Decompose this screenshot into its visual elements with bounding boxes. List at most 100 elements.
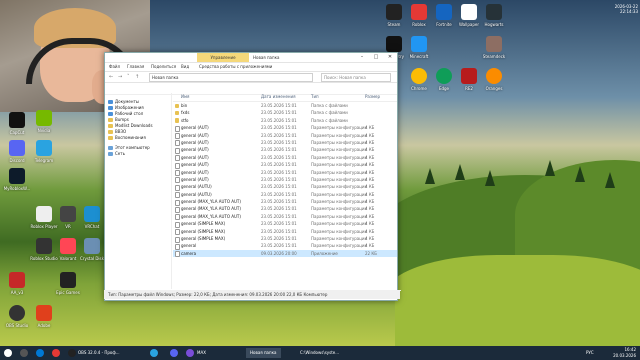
taskbar-item-max[interactable]: MAX: [197, 348, 206, 358]
desktop-icon[interactable]: Minecraft: [405, 36, 433, 59]
desktop-icon[interactable]: Epic Games: [54, 272, 82, 295]
ribbon-tab-app-tools[interactable]: Средства работы с приложениями: [199, 63, 272, 71]
desktop-icon[interactable]: Roblox: [405, 4, 433, 27]
nav-item[interactable]: Воспоминания: [105, 135, 171, 141]
file-type: Параметры конфигурации: [311, 243, 368, 249]
app-icon[interactable]: [36, 349, 44, 357]
ribbon-tab-view[interactable]: Вид: [181, 63, 189, 71]
table-row[interactable]: general (AUT) 23.05.2026 15:01 Параметры к…: [173, 176, 397, 184]
desktop-icon[interactable]: Chrome: [405, 68, 433, 91]
desktop-icon[interactable]: Nvidia: [30, 110, 58, 133]
column-date[interactable]: Дата изменения: [261, 93, 296, 101]
ribbon-tab-share[interactable]: Поделиться: [151, 63, 176, 71]
table-row[interactable]: general 23.05.2026 15:01 Параметры конфигу…: [173, 242, 397, 250]
column-size[interactable]: Размер: [365, 93, 380, 101]
forward-arrow-icon[interactable]: →: [118, 73, 122, 81]
file-explorer-window[interactable]: Управление Новая папка – □ ✕ Файл Главна…: [104, 52, 401, 301]
close-button[interactable]: ✕: [383, 53, 397, 62]
desktop-icon[interactable]: Steam: [380, 4, 408, 27]
desktop-icon[interactable]: Crystal Disk: [78, 238, 106, 261]
language-indicator[interactable]: РУС: [586, 348, 594, 358]
table-row[interactable]: general (MAX_YLA AUTO AUT) 23.05.2026 15:…: [173, 198, 397, 206]
table-row[interactable]: general (AUT) 23.05.2026 15:01 Параметры к…: [173, 132, 397, 140]
desktop-icon[interactable]: Discord: [3, 140, 31, 163]
ribbon-tab-home[interactable]: Главная: [127, 63, 144, 71]
desktop-icon[interactable]: CapCut: [3, 112, 31, 135]
file-name: general (MAX_YLA AUTO AUT): [181, 213, 241, 219]
table-row[interactable]: general (AUTU) 23.05.2026 15:01 Параметры …: [173, 191, 397, 199]
address-row: ← → ˅ ↑ Новая папка Поиск: Новая папка: [105, 72, 397, 83]
back-arrow-icon[interactable]: ←: [109, 73, 113, 81]
top-clock-time: 22:14:33: [620, 9, 638, 14]
up-arrow-icon[interactable]: ↑: [135, 73, 139, 81]
taskbar-item-obs[interactable]: OBS 32.0.4 - Проф...: [78, 348, 120, 358]
table-row[interactable]: general (AUT) 23.05.2026 15:01 Параметры к…: [173, 139, 397, 147]
table-row[interactable]: general (AUT) 23.05.2026 15:01 Параметры к…: [173, 169, 397, 177]
desktop-icon[interactable]: OBS Studio: [3, 305, 31, 328]
desktop-icon[interactable]: Fortnite: [430, 4, 458, 27]
column-type[interactable]: Тип: [311, 93, 319, 101]
wallpaper-meadow: [395, 255, 640, 346]
table-row[interactable]: general (MAX_YLA AUTO AUT) 23.05.2026 15:…: [173, 205, 397, 213]
desktop-icon[interactable]: AA_v3: [3, 272, 31, 295]
taskbar-clock[interactable]: 16:42 20.03.2026: [613, 347, 636, 359]
chevron-down-icon[interactable]: ˅: [127, 73, 130, 81]
file-name: bin: [181, 103, 188, 108]
file-date: 23.05.2026 15:01: [261, 176, 297, 182]
table-row[interactable]: fxds 23.05.2026 15:01 Папка с файлами: [173, 109, 397, 116]
file-date: 23.05.2026 15:01: [261, 117, 297, 123]
nav-item-label: Рабочий стол: [115, 111, 144, 116]
table-row[interactable]: general (AUTU) 23.05.2026 15:01 Параметры …: [173, 183, 397, 191]
desktop-icon[interactable]: Steamdeck: [480, 36, 508, 59]
desktop-icon[interactable]: Edge: [430, 68, 458, 91]
table-row[interactable]: general (AUT) 23.05.2026 15:01 Параметры к…: [173, 124, 397, 132]
table-row[interactable]: camera 09.03.2026 20:00 Приложение 22 КБ: [173, 249, 397, 258]
table-row[interactable]: general (AUT) 23.05.2026 15:01 Параметры к…: [173, 161, 397, 169]
table-row[interactable]: general (MAX_YLA AUTO AUT) 23.05.2026 15:…: [173, 213, 397, 221]
table-row[interactable]: stfo 23.05.2026 15:01 Папка с файлами: [173, 117, 397, 124]
maximize-button[interactable]: □: [369, 53, 383, 62]
file-size: 4 КБ: [365, 243, 375, 249]
minimize-button[interactable]: –: [355, 53, 369, 62]
table-row[interactable]: bin 23.05.2026 15:01 Папка с файлами: [173, 102, 397, 109]
obs-icon[interactable]: [68, 349, 76, 357]
desktop-icon[interactable]: Telegram: [30, 140, 58, 163]
app-icon[interactable]: [170, 349, 178, 357]
app-icon[interactable]: [52, 349, 60, 357]
table-row[interactable]: general (AUT) 23.05.2026 15:01 Параметры к…: [173, 154, 397, 162]
table-row[interactable]: general (AUT) 23.05.2026 15:01 Параметры к…: [173, 146, 397, 154]
desktop-icon-label: Adobe: [37, 323, 51, 328]
file-size: 4 КБ: [365, 199, 375, 205]
ribbon-tab-file[interactable]: Файл: [109, 63, 120, 71]
table-row[interactable]: general (SIMPLE MAX) 23.05.2026 15:01 Пара…: [173, 235, 397, 243]
desktop-icon[interactable]: Adobe: [30, 305, 58, 328]
file-rows: bin 23.05.2026 15:01 Папка с файлами fxds 23…: [173, 102, 397, 258]
table-row[interactable]: general (SIMPLE MAX) 23.05.2026 15:01 Пара…: [173, 228, 397, 236]
wallpaper-tree: [605, 172, 615, 188]
column-name[interactable]: Имя: [181, 93, 189, 101]
title-bar[interactable]: Управление Новая папка – □ ✕: [105, 53, 397, 63]
nav-item[interactable]: Сеть: [105, 151, 171, 157]
search-input[interactable]: Поиск: Новая папка: [321, 73, 391, 82]
file-date: 23.05.2026 15:01: [261, 162, 297, 168]
desktop-icon-label: Minecraft: [409, 54, 429, 59]
max-icon[interactable]: [186, 349, 194, 357]
desktop-icon[interactable]: Hogwarts: [480, 4, 508, 27]
manage-tab[interactable]: Управление: [197, 53, 249, 62]
computer-icon: [108, 146, 113, 150]
start-icon[interactable]: [4, 349, 12, 357]
address-bar[interactable]: Новая папка: [149, 73, 313, 82]
taskbar-item-cmd[interactable]: C:\Windows\syste...: [300, 348, 339, 358]
desktop-icon[interactable]: Wallpaper: [455, 4, 483, 27]
taskbar-item-explorer[interactable]: Новая папка: [246, 348, 281, 358]
desktop-icon-label: Hogwarts: [484, 22, 504, 27]
file-name: general (AUT): [181, 125, 209, 131]
app-icon[interactable]: [150, 349, 158, 357]
desktop-icon[interactable]: Oranges: [480, 68, 508, 91]
desktop-icon[interactable]: MyRobloxW...: [3, 168, 31, 191]
file-name: general (AUT): [181, 176, 209, 182]
search-icon[interactable]: [20, 349, 28, 357]
table-row[interactable]: general (SIMPLE MAX) 23.05.2026 15:01 Пара…: [173, 220, 397, 228]
desktop-icon[interactable]: VRChat: [78, 206, 106, 229]
desktop-icon[interactable]: RE2: [455, 68, 483, 91]
